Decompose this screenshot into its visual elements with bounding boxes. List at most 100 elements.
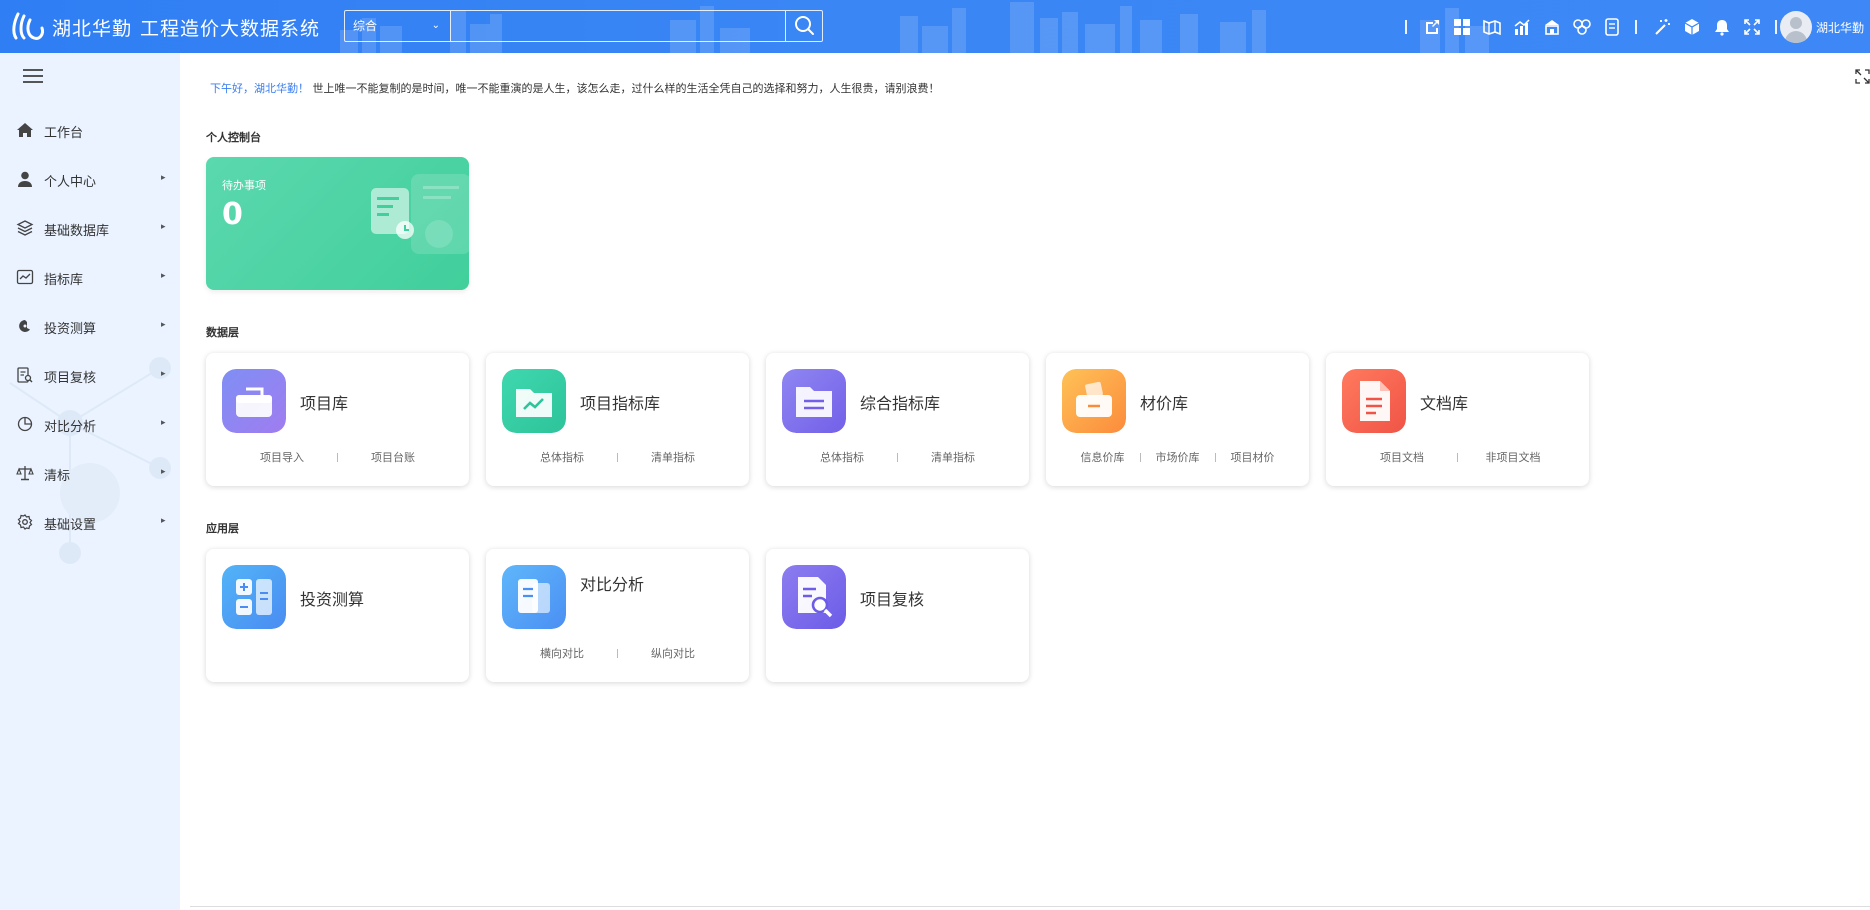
home-icon xyxy=(17,123,33,137)
calculator-icon xyxy=(19,320,30,332)
search-category-value: 综合 xyxy=(353,19,378,33)
bar-chart-icon[interactable] xyxy=(1507,12,1537,42)
sidebar-item-base-database[interactable]: 基础数据库 ▸ xyxy=(0,208,180,248)
brand-logo-icon xyxy=(12,12,44,40)
link-project-ledger[interactable]: 项目台账 xyxy=(348,449,438,465)
map-icon[interactable] xyxy=(1477,12,1507,42)
compare-documents-icon xyxy=(502,565,566,629)
link-horizontal-comparison[interactable]: 横向对比 xyxy=(517,645,607,661)
cube-icon[interactable] xyxy=(1677,12,1707,42)
chevron-right-icon: ▸ xyxy=(161,271,166,281)
menu-toggle-icon[interactable] xyxy=(23,69,43,85)
link-vertical-comparison[interactable]: 纵向对比 xyxy=(628,645,718,661)
price-box-icon xyxy=(1062,369,1126,433)
link-bill-indicators[interactable]: 清单指标 xyxy=(908,449,998,465)
sidebar-item-label: 投资测算 xyxy=(44,322,97,337)
expand-icon[interactable] xyxy=(1855,69,1870,84)
card-links: 项目导入 项目台账 xyxy=(206,449,469,465)
review-icon xyxy=(17,367,33,383)
sidebar-item-workbench[interactable]: 工作台 xyxy=(0,110,180,150)
card-title: 项目复核 xyxy=(860,590,925,609)
card-investment-estimate[interactable]: 投资测算 xyxy=(206,549,469,682)
link-overall-indicators[interactable]: 总体指标 xyxy=(517,449,607,465)
link-info-price-library[interactable]: 信息价库 xyxy=(1070,449,1136,465)
calculator-icon xyxy=(222,565,286,629)
sidebar-item-label: 工作台 xyxy=(44,126,84,141)
todo-card[interactable]: 待办事项 0 xyxy=(206,157,469,290)
chevron-right-icon: ▸ xyxy=(161,516,166,526)
link-non-project-documents[interactable]: 非项目文档 xyxy=(1468,449,1558,465)
link-divider xyxy=(897,452,898,462)
folder-chart-icon xyxy=(502,369,566,433)
card-title: 投资测算 xyxy=(300,590,365,609)
card-title: 项目指标库 xyxy=(580,394,661,413)
card-comparison-analysis[interactable]: 对比分析 横向对比 纵向对比 xyxy=(486,549,749,682)
line-chart-icon xyxy=(16,269,34,285)
search-button[interactable] xyxy=(785,11,822,41)
toolbar-divider xyxy=(1405,20,1407,34)
chevron-down-icon: ⌄ xyxy=(431,20,440,31)
chevron-right-icon: ▸ xyxy=(161,320,166,330)
greeting: 下午好，湖北华勤！ xyxy=(210,82,309,95)
link-overall-indicators[interactable]: 总体指标 xyxy=(797,449,887,465)
sidebar-item-label: 对比分析 xyxy=(44,420,97,435)
search-input[interactable] xyxy=(453,13,775,41)
card-material-price-library[interactable]: 材价库 信息价库 市场价库 项目材价 xyxy=(1046,353,1309,486)
sidebar-item-comparison-analysis[interactable]: 对比分析 ▸ xyxy=(0,404,180,444)
card-project-review[interactable]: 项目复核 xyxy=(766,549,1029,682)
share-icon[interactable] xyxy=(1417,12,1447,42)
sidebar-item-indicator-library[interactable]: 指标库 ▸ xyxy=(0,257,180,297)
brand-name: 湖北华勤 xyxy=(52,18,133,40)
sidebar-item-bid-clearing[interactable]: 清标 ▸ xyxy=(0,453,180,493)
motto-text: 世上唯一不能复制的是时间，唯一不能重演的是人生，该怎么走，过什么样的生活全凭自己… xyxy=(312,82,940,95)
card-project-library[interactable]: 项目库 项目导入 项目台账 xyxy=(206,353,469,486)
sidebar-item-base-settings[interactable]: 基础设置 ▸ xyxy=(0,502,180,542)
card-links: 项目文档 非项目文档 xyxy=(1326,449,1589,465)
sidebar-item-label: 清标 xyxy=(44,469,71,484)
link-market-price-library[interactable]: 市场价库 xyxy=(1145,449,1211,465)
card-title: 文档库 xyxy=(1420,394,1469,413)
document-icon xyxy=(1342,369,1406,433)
system-title: 工程造价大数据系统 xyxy=(140,18,321,40)
link-bill-indicators[interactable]: 清单指标 xyxy=(628,449,718,465)
search-category-select[interactable]: 综合 ⌄ xyxy=(345,11,451,41)
toolbar-divider xyxy=(1635,20,1637,34)
link-project-material-price[interactable]: 项目材价 xyxy=(1220,449,1286,465)
content-bottom-border xyxy=(190,906,1870,907)
chevron-right-icon: ▸ xyxy=(161,467,166,477)
top-header: 湖北华勤 工程造价大数据系统 综合 ⌄ 湖北华勤 xyxy=(0,0,1870,53)
dashboard-grid-icon[interactable] xyxy=(1447,12,1477,42)
fullscreen-icon[interactable] xyxy=(1737,12,1767,42)
link-divider xyxy=(337,452,338,462)
sidebar-item-investment-estimate[interactable]: 投资测算 ▸ xyxy=(0,306,180,346)
card-links: 总体指标 清单指标 xyxy=(766,449,1029,465)
card-links: 信息价库 市场价库 项目材价 xyxy=(1046,449,1309,465)
network-icon[interactable] xyxy=(1567,12,1597,42)
folder-list-icon xyxy=(782,369,846,433)
building-icon[interactable] xyxy=(1537,12,1567,42)
link-project-documents[interactable]: 项目文档 xyxy=(1357,449,1447,465)
link-divider xyxy=(1139,452,1141,462)
link-divider xyxy=(1214,452,1216,462)
card-title: 项目库 xyxy=(300,394,349,413)
card-comprehensive-indicator-library[interactable]: 综合指标库 总体指标 清单指标 xyxy=(766,353,1029,486)
magic-wand-icon[interactable] xyxy=(1647,12,1677,42)
toolbar-divider xyxy=(1775,20,1777,34)
sidebar: 工作台 个人中心 ▸ 基础数据库 ▸ 指标库 ▸ 投资测算 ▸ 项目复核 ▸ 对… xyxy=(0,53,180,910)
chevron-right-icon: ▸ xyxy=(161,418,166,428)
user-menu[interactable]: 湖北华勤 xyxy=(1780,11,1864,43)
chevron-right-icon: ▸ xyxy=(161,173,166,183)
header-toolbar xyxy=(1405,12,1787,42)
global-search: 综合 ⌄ xyxy=(344,10,823,42)
card-project-indicator-library[interactable]: 项目指标库 总体指标 清单指标 xyxy=(486,353,749,486)
link-project-import[interactable]: 项目导入 xyxy=(237,449,327,465)
card-document-library[interactable]: 文档库 项目文档 非项目文档 xyxy=(1326,353,1589,486)
sidebar-item-personal-center[interactable]: 个人中心 ▸ xyxy=(0,159,180,199)
card-title: 综合指标库 xyxy=(860,394,941,413)
user-name: 湖北华勤 xyxy=(1816,20,1865,35)
sidebar-item-label: 个人中心 xyxy=(44,175,97,190)
sidebar-item-project-review[interactable]: 项目复核 ▸ xyxy=(0,355,180,395)
user-icon xyxy=(18,171,32,187)
document-icon[interactable] xyxy=(1597,12,1627,42)
bell-icon[interactable] xyxy=(1707,12,1737,42)
